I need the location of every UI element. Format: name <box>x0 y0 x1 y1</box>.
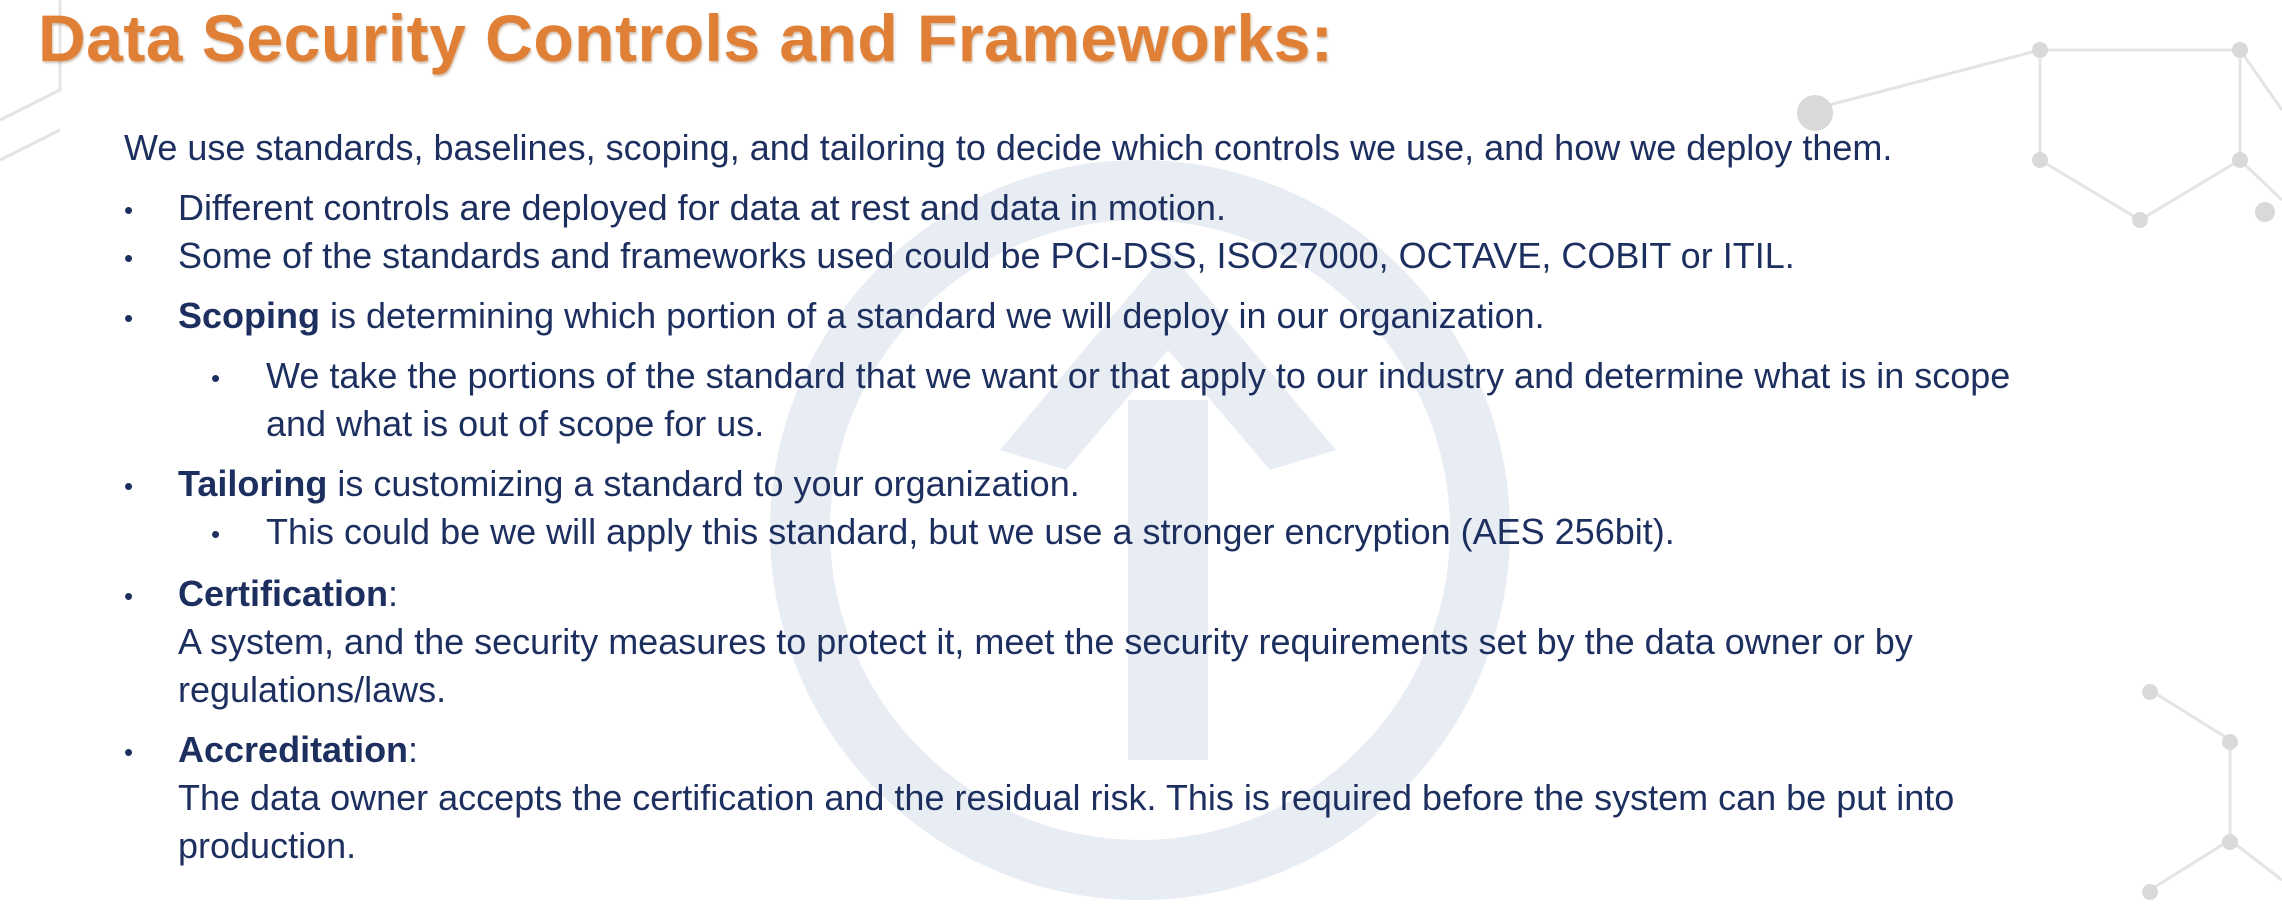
sub-bullet-text: We take the portions of the standard tha… <box>266 355 2011 396</box>
sub-bullet-text-continued: and what is out of scope for us. <box>266 403 765 444</box>
term-accreditation: Accreditation <box>178 729 409 770</box>
bullet-accreditation: Accreditation: <box>178 728 418 772</box>
accreditation-definition: The data owner accepts the certification… <box>178 777 1955 818</box>
slide-title: Data Security Controls and Frameworks: <box>38 1 1334 75</box>
bullet-dot: • <box>124 243 134 273</box>
bullet-text: Some of the standards and frameworks use… <box>178 235 1795 276</box>
bullet-text: is customizing a standard to your organi… <box>327 463 1080 504</box>
accreditation-definition-continued: production. <box>178 825 357 866</box>
intro-text: We use standards, baselines, scoping, an… <box>124 127 1893 168</box>
bullet-dot: • <box>124 303 134 333</box>
bullet-tailoring: Tailoring is customizing a standard to y… <box>178 462 1080 506</box>
term-scoping: Scoping <box>178 295 320 336</box>
slide: Data Security Controls and Frameworks: W… <box>0 0 2282 922</box>
bullet-dot: • <box>124 195 134 225</box>
bullet-scoping: Scoping is determining which portion of … <box>178 294 1545 338</box>
bullet-certification: Certification: <box>178 572 398 616</box>
bullet-dot: • <box>124 581 134 611</box>
network-nodes-icon <box>1797 42 2275 900</box>
sub-bullet-dot: • <box>211 363 221 393</box>
bullet-text: is determining which portion of a standa… <box>320 295 1545 336</box>
certification-definition-continued: regulations/laws. <box>178 669 447 710</box>
bullet-text: : <box>408 729 419 770</box>
term-tailoring: Tailoring <box>178 463 328 504</box>
sub-bullet-text: This could be we will apply this standar… <box>266 511 1675 552</box>
bullet-text: : <box>388 573 399 614</box>
term-certification: Certification <box>178 573 389 614</box>
certification-definition: A system, and the security measures to p… <box>178 621 1913 662</box>
bullet-dot: • <box>124 471 134 501</box>
bullet-text: Different controls are deployed for data… <box>178 187 1226 228</box>
sub-bullet-dot: • <box>211 519 221 549</box>
bullet-dot: • <box>124 737 134 767</box>
